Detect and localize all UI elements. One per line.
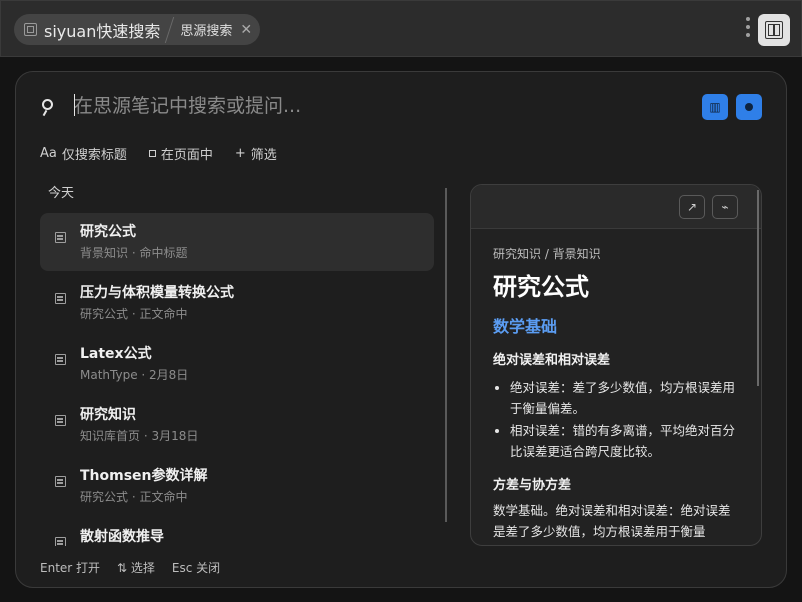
- page-title: 研究公式: [493, 273, 589, 301]
- list-scrollbar[interactable]: [445, 188, 447, 522]
- item-subtitle: 知识库首页 · 3月18日: [80, 429, 199, 443]
- filter-bar: Aa 仅搜索标题 在页面中 + 筛选: [40, 144, 299, 163]
- document-icon: [55, 476, 66, 487]
- item-subtitle: MathType · 2月8日: [80, 368, 189, 382]
- item-subtitle: 研究公式 · 正文命中: [80, 307, 188, 321]
- preview-content: 研究知识 / 背景知识 研究公式 数学基础 绝对误差和相对误差 绝对误差：差了多…: [493, 245, 737, 542]
- keyboard-hints: Enter 打开 ⇅ 选择 Esc 关闭: [40, 559, 237, 576]
- hint-open: Enter 打开: [40, 561, 101, 575]
- paragraph: 数学基础。绝对误差和相对误差：绝对误差是差了多少数值，均方根误差用于衡量: [493, 503, 731, 539]
- item-subtitle: 背景知识 · 命中标题: [80, 246, 188, 260]
- search-panel: ▥ Aa 仅搜索标题 在页面中 + 筛选 今天 研究公式 背景知识 · 命中标题…: [15, 71, 787, 588]
- subsection-heading: 绝对误差和相对误差: [493, 353, 611, 368]
- list-item[interactable]: Thomsen参数详解 研究公式 · 正文命中: [40, 457, 434, 515]
- filter-label: 筛选: [250, 147, 277, 163]
- layout-toggle-button[interactable]: [758, 14, 790, 46]
- item-title: Thomsen参数详解: [80, 468, 208, 484]
- filter-label: 在页面中: [160, 147, 213, 163]
- filter-label: 仅搜索标题: [61, 147, 127, 163]
- item-title: Latex公式: [80, 346, 152, 362]
- text-case-icon: Aa: [40, 145, 57, 161]
- search-input[interactable]: [74, 90, 674, 122]
- document-icon: [55, 232, 66, 243]
- list-item[interactable]: 研究公式 背景知识 · 命中标题: [40, 213, 434, 271]
- preview-scrollbar[interactable]: [757, 190, 759, 386]
- bullet-list: 绝对误差：差了多少数值，均方根误差用于衡量偏差。 相对误差：错的有多离谱，平均绝…: [493, 377, 737, 462]
- results-list[interactable]: 今天 研究公式 背景知识 · 命中标题 压力与体积模量转换公式 研究公式 · 正…: [40, 182, 434, 546]
- hint-close: Esc 关闭: [171, 561, 221, 575]
- list-item[interactable]: 研究知识 知识库首页 · 3月18日: [40, 396, 434, 454]
- group-label: 今天: [48, 186, 75, 201]
- list-item[interactable]: 散射函数推导: [40, 518, 434, 546]
- layout-icon: [765, 21, 783, 39]
- pin-icon: ⌁: [721, 200, 729, 214]
- more-menu-icon[interactable]: [745, 17, 751, 41]
- filter-in-page[interactable]: 在页面中: [148, 144, 213, 163]
- table-icon: ▥: [709, 100, 721, 114]
- arrow-up-right-icon: ↗: [686, 200, 698, 214]
- document-icon: [55, 293, 66, 304]
- filter-add[interactable]: + 筛选: [234, 144, 277, 163]
- plus-icon: +: [234, 145, 246, 161]
- preview-header: ↗ ⌁: [471, 185, 761, 229]
- top-bar: siyuan快速搜索 思源搜索 ✕: [0, 0, 802, 57]
- table-view-button[interactable]: ▥: [702, 94, 728, 120]
- bullet-item: 相对误差：错的有多离谱，平均绝对百分比误差更适合跨尺度比较。: [510, 420, 737, 462]
- item-title: 研究知识: [80, 407, 136, 423]
- item-title: 研究公式: [80, 224, 136, 240]
- preview-pane: ↗ ⌁ 研究知识 / 背景知识 研究公式 数学基础 绝对误差和相对误差 绝对误差…: [470, 184, 762, 546]
- tab-strip: siyuan快速搜索 思源搜索 ✕: [14, 14, 261, 45]
- tab-separator: [166, 14, 176, 45]
- tab-siyuan-quick-search[interactable]: siyuan快速搜索: [14, 14, 166, 45]
- text-caret: [74, 94, 75, 116]
- square-icon: [148, 149, 156, 157]
- open-in-new-button[interactable]: ↗: [679, 195, 705, 219]
- tab-label: siyuan快速搜索: [44, 21, 161, 41]
- dot-icon: [745, 103, 753, 111]
- record-button[interactable]: [736, 94, 762, 120]
- breadcrumb: 研究知识 / 背景知识: [493, 247, 601, 261]
- search-bar: ▥: [38, 90, 768, 122]
- close-icon[interactable]: ✕: [240, 23, 252, 37]
- list-item[interactable]: 压力与体积模量转换公式 研究公式 · 正文命中: [40, 274, 434, 332]
- list-item[interactable]: Latex公式 MathType · 2月8日: [40, 335, 434, 393]
- filter-title-only[interactable]: Aa 仅搜索标题: [40, 144, 127, 163]
- bullet-item: 绝对误差：差了多少数值，均方根误差用于衡量偏差。: [510, 377, 737, 419]
- search-icon: [42, 99, 53, 110]
- item-title: 散射函数推导: [80, 529, 164, 545]
- pin-button[interactable]: ⌁: [712, 195, 738, 219]
- tab-siyuan-search[interactable]: 思源搜索 ✕: [176, 14, 260, 45]
- app-icon: [24, 23, 37, 36]
- item-title: 压力与体积模量转换公式: [80, 285, 234, 301]
- document-icon: [55, 354, 66, 365]
- document-icon: [55, 415, 66, 426]
- tab-label: 思源搜索: [180, 24, 233, 39]
- hint-select: ⇅ 选择: [117, 561, 155, 575]
- document-icon: [55, 537, 66, 546]
- subsection-heading: 方差与协方差: [493, 478, 572, 493]
- item-subtitle: 研究公式 · 正文命中: [80, 490, 188, 504]
- section-heading: 数学基础: [493, 317, 558, 336]
